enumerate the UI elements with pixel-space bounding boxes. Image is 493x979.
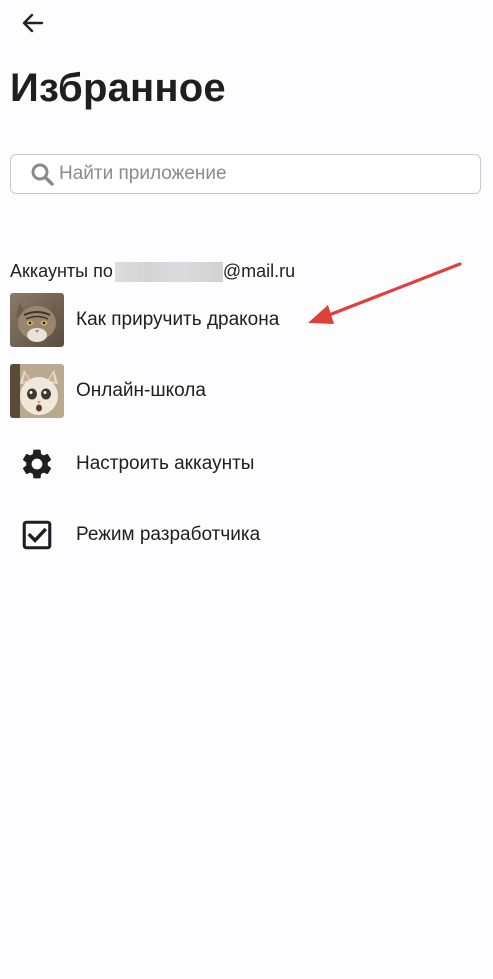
accounts-section-header: Аккаунты по @mail.ru <box>10 261 295 282</box>
accounts-header-prefix: Аккаунты по <box>10 261 113 281</box>
search-input[interactable] <box>59 163 459 185</box>
accounts-header-suffix: @mail.ru <box>222 261 296 281</box>
search-icon <box>29 161 55 187</box>
list-item-configure-accounts[interactable]: Настроить аккаунты <box>10 436 480 492</box>
page-title: Избранное <box>10 66 226 110</box>
list-item-label: Режим разработчика <box>76 524 261 545</box>
checkbox-checked-icon <box>10 508 64 562</box>
cat-avatar-image <box>10 293 64 347</box>
gear-icon <box>10 437 64 491</box>
cat-avatar-image <box>10 364 64 418</box>
arrow-left-icon <box>22 13 44 38</box>
back-button[interactable] <box>16 10 50 40</box>
redacted-email-block <box>114 261 223 282</box>
list-item-developer-mode[interactable]: Режим разработчика <box>10 507 480 563</box>
list-item-label: Онлайн-школа <box>76 380 206 401</box>
list-item-account-dragon[interactable]: Как приручить дракона <box>10 292 480 348</box>
search-bar[interactable] <box>10 154 481 194</box>
list-item-label: Как приручить дракона <box>76 309 280 330</box>
list-item-account-online-school[interactable]: Онлайн-школа <box>10 363 480 419</box>
list-item-label: Настроить аккаунты <box>76 453 255 474</box>
